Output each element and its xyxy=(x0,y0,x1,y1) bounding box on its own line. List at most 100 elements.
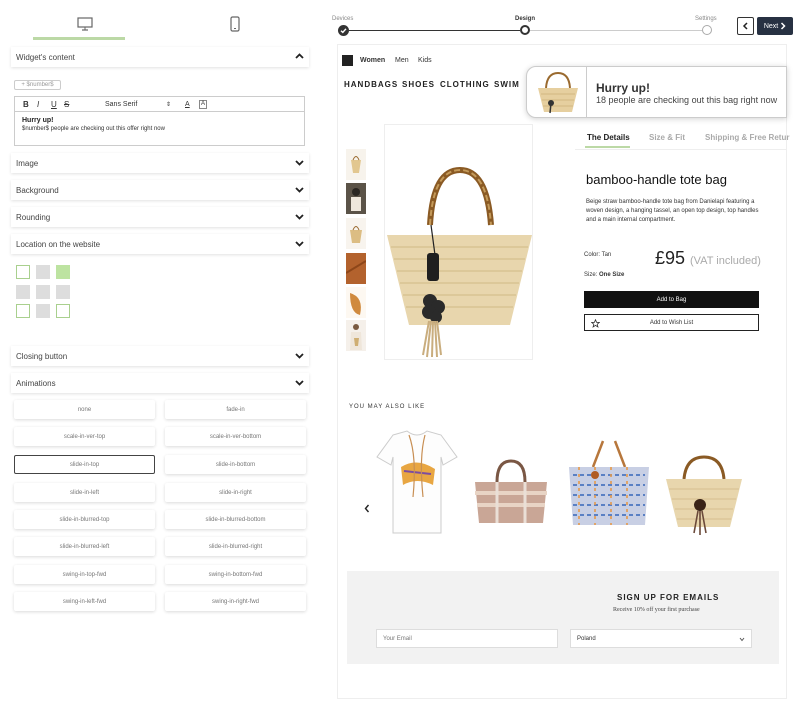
animation-option[interactable]: slide-in-left xyxy=(14,483,155,502)
country-value: Poland xyxy=(577,635,596,642)
star-icon xyxy=(591,319,600,328)
tab-details[interactable]: The Details xyxy=(587,133,630,142)
step-pending-icon[interactable] xyxy=(702,25,712,35)
add-to-bag-button[interactable]: Add to Bag xyxy=(584,291,759,308)
signup-title: SIGN UP FOR EMAILS xyxy=(617,593,720,602)
nav-women[interactable]: Women xyxy=(360,57,385,64)
back-button[interactable] xyxy=(737,17,754,35)
color-value: Tan xyxy=(601,252,612,258)
bold-button[interactable]: B xyxy=(23,100,29,109)
animation-option[interactable]: slide-in-bottom xyxy=(165,455,306,474)
location-bottom-left[interactable] xyxy=(16,304,30,318)
panel-image[interactable]: Image xyxy=(11,153,309,173)
color-label: Color: xyxy=(584,252,601,258)
nav-kids[interactable]: Kids xyxy=(418,57,432,64)
font-color-button[interactable]: A xyxy=(185,101,190,108)
editor-body[interactable]: Hurry up! $number$ people are checking o… xyxy=(14,112,305,146)
strike-button[interactable]: S xyxy=(64,100,69,109)
price: £95 xyxy=(655,248,686,268)
chevron-down-icon xyxy=(295,380,304,386)
animation-option[interactable]: none xyxy=(14,400,155,419)
animation-option[interactable]: slide-in-blurred-bottom xyxy=(165,510,306,529)
popup-text: 18 people are checking out this bag righ… xyxy=(596,95,778,105)
country-select[interactable]: Poland xyxy=(570,629,752,648)
next-button[interactable]: Next xyxy=(757,17,793,35)
tab-size-fit[interactable]: Size & Fit xyxy=(649,133,685,142)
tab-shipping[interactable]: Shipping & Free Retur xyxy=(705,133,789,142)
thumbnail[interactable] xyxy=(346,320,366,351)
product-card-bag-pattern[interactable] xyxy=(565,427,653,537)
step-devices-label: Devices xyxy=(332,16,354,22)
nav-men[interactable]: Men xyxy=(395,57,409,64)
thumbnail[interactable] xyxy=(346,253,366,284)
popup-widget[interactable]: Hurry up! 18 people are checking out thi… xyxy=(526,66,787,118)
product-title: bamboo-handle tote bag xyxy=(586,172,727,187)
step-design-label: Design xyxy=(515,16,536,22)
cat-handbags[interactable]: HANDBAGS xyxy=(344,80,398,89)
location-middle-center[interactable] xyxy=(36,285,50,299)
location-bottom-right[interactable] xyxy=(56,304,70,318)
animation-option[interactable]: swing-in-bottom-fwd xyxy=(165,565,306,584)
popup-title: Hurry up! xyxy=(596,81,650,95)
desktop-tab[interactable] xyxy=(10,8,160,40)
underline-button[interactable]: U xyxy=(51,100,57,109)
panel-animations[interactable]: Animations xyxy=(11,373,309,393)
location-middle-right[interactable] xyxy=(56,285,70,299)
also-like-heading: YOU MAY ALSO LIKE xyxy=(349,404,426,410)
chevron-left-icon xyxy=(742,22,748,30)
panel-rounding[interactable]: Rounding xyxy=(11,207,309,227)
location-top-right[interactable] xyxy=(56,265,70,279)
product-card-bag-brown[interactable] xyxy=(467,427,555,537)
location-middle-left[interactable] xyxy=(16,285,30,299)
tab-underline xyxy=(585,146,630,148)
panel-widget-content[interactable]: Widget's content xyxy=(11,47,309,67)
mobile-tab[interactable] xyxy=(160,8,310,40)
thumbnail[interactable] xyxy=(346,149,366,180)
signup-section: SIGN UP FOR EMAILS Receive 10% off your … xyxy=(347,571,779,664)
bg-color-button[interactable]: A xyxy=(199,99,208,109)
animation-option[interactable]: swing-in-right-fwd xyxy=(165,592,306,611)
wishlist-button[interactable]: Add to Wish List xyxy=(584,314,759,331)
tab-divider xyxy=(575,149,787,150)
product-card-tshirt[interactable] xyxy=(373,427,461,537)
thumbnail[interactable] xyxy=(346,287,366,318)
thumbnail[interactable] xyxy=(346,183,366,214)
thumbnail[interactable] xyxy=(346,218,366,249)
panel-closing-button[interactable]: Closing button xyxy=(11,346,309,366)
panel-background[interactable]: Background xyxy=(11,180,309,200)
product-main-image[interactable] xyxy=(384,124,533,360)
cat-swim[interactable]: SWIM xyxy=(494,80,520,89)
mobile-icon xyxy=(230,16,240,32)
animation-option[interactable]: swing-in-top-fwd xyxy=(14,565,155,584)
step-current-icon[interactable] xyxy=(520,25,530,35)
size-row: Size: One Size xyxy=(584,272,624,278)
animation-option-selected[interactable]: slide-in-top xyxy=(14,455,155,474)
animation-option[interactable]: swing-in-left-fwd xyxy=(14,592,155,611)
cat-clothing[interactable]: CLOTHING xyxy=(440,80,490,89)
animation-option[interactable]: slide-in-blurred-top xyxy=(14,510,155,529)
panel-location[interactable]: Location on the website xyxy=(11,234,309,254)
location-bottom-center[interactable] xyxy=(36,304,50,318)
device-tabs xyxy=(10,8,310,40)
location-top-center[interactable] xyxy=(36,265,50,279)
location-top-left[interactable] xyxy=(16,265,30,279)
chevron-down-icon xyxy=(295,160,304,166)
animation-option[interactable]: slide-in-blurred-right xyxy=(165,537,306,556)
animation-option[interactable]: scale-in-ver-top xyxy=(14,427,155,446)
chevron-left-icon[interactable] xyxy=(363,504,371,513)
popup-bag-image xyxy=(538,71,578,114)
animation-option[interactable]: slide-in-blurred-left xyxy=(14,537,155,556)
font-select[interactable]: Sans Serif xyxy=(105,101,137,108)
email-input[interactable]: Your Email xyxy=(376,629,558,648)
cat-shoes[interactable]: SHOES xyxy=(402,80,435,89)
animation-option[interactable]: slide-in-right xyxy=(165,483,306,502)
product-card-tote[interactable] xyxy=(660,427,748,537)
step-done-icon[interactable] xyxy=(338,25,349,36)
number-chip[interactable]: + $number$ xyxy=(14,80,61,90)
chevron-right-icon xyxy=(781,22,786,30)
animation-option[interactable]: fade-in xyxy=(165,400,306,419)
text-editor: + $number$ B I U S Sans Serif ⇕ A A Hurr… xyxy=(14,78,305,146)
step-line-todo xyxy=(530,30,702,31)
italic-button[interactable]: I xyxy=(37,100,39,109)
animation-option[interactable]: scale-in-ver-bottom xyxy=(165,427,306,446)
